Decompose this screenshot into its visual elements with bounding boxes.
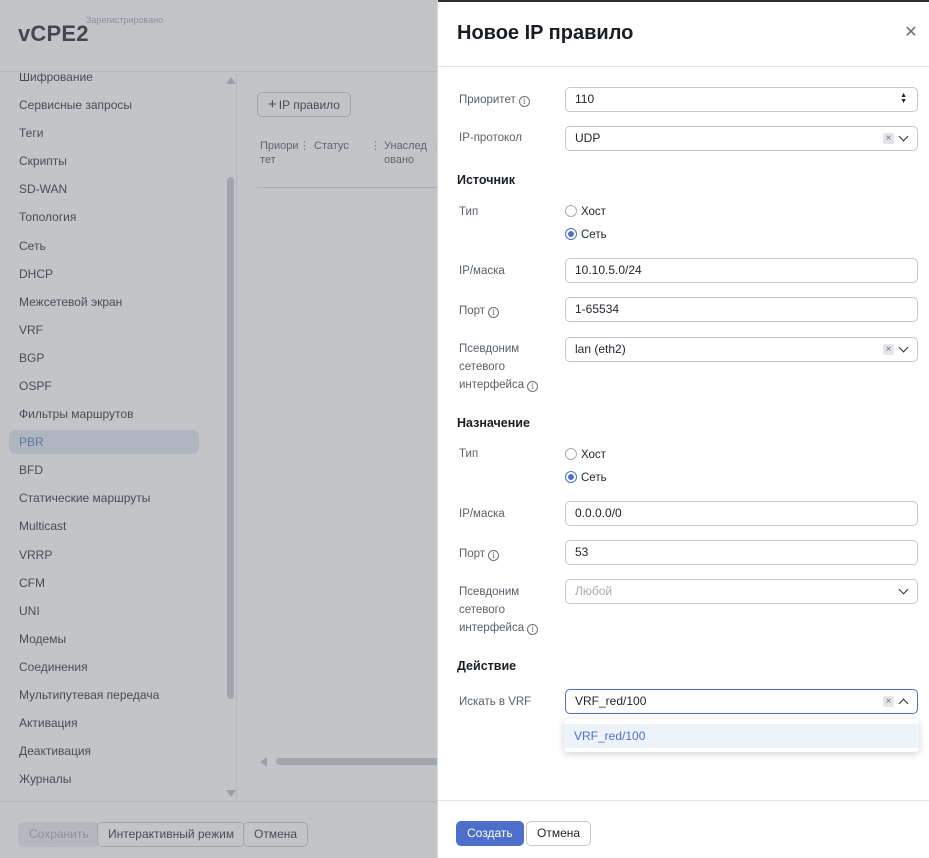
source-type-label: Тип [459, 206, 479, 218]
source-alias-label: Псевдоним сетевого интерфейса i [459, 340, 539, 394]
new-ip-rule-drawer: Новое IP правило ✕ Приоритет i 110 ▲ ▼ IP-… [437, 0, 929, 858]
radio-selected-icon [565, 471, 577, 483]
chevron-down-icon[interactable] [898, 131, 909, 142]
info-icon[interactable]: i [527, 624, 539, 635]
source-alias-select[interactable]: lan (eth2) × [565, 337, 918, 362]
drawer-title: Новое IP правило [457, 22, 634, 44]
drawer-header-divider [438, 66, 929, 67]
radio-selected-icon [565, 228, 577, 240]
chevron-down-icon[interactable] [898, 342, 909, 353]
source-type-network-radio[interactable]: Сеть [565, 228, 607, 244]
drawer-top-border [438, 0, 929, 2]
radio-icon [565, 205, 577, 217]
priority-label: Приоритет i [459, 91, 530, 109]
clear-icon[interactable]: × [883, 696, 894, 707]
clear-icon[interactable]: × [883, 133, 894, 144]
chevron-down-icon[interactable] [898, 584, 909, 595]
source-heading: Источник [457, 173, 515, 187]
info-icon[interactable]: i [518, 96, 530, 107]
info-icon[interactable]: i [488, 550, 500, 561]
destination-type-host-radio[interactable]: Хост [565, 448, 606, 464]
source-ipmask-label: IP/маска [459, 265, 505, 277]
ip-protocol-label: IP-протокол [459, 132, 523, 144]
destination-alias-select[interactable]: Любой [565, 579, 918, 604]
vrf-dropdown-menu: VRF_red/100 [564, 719, 919, 752]
chevron-up-icon[interactable] [898, 698, 909, 709]
destination-type-label: Тип [459, 448, 479, 460]
vrf-lookup-select[interactable]: VRF_red/100 × [565, 689, 918, 714]
source-port-label: Порт i [459, 302, 500, 320]
close-icon[interactable]: ✕ [902, 24, 920, 42]
destination-port-label: Порт i [459, 545, 500, 563]
info-icon[interactable]: i [527, 381, 539, 392]
radio-icon [565, 448, 577, 460]
ip-protocol-select[interactable]: UDP × [565, 126, 918, 151]
source-port-input[interactable]: 1-65534 [565, 297, 918, 322]
clear-icon[interactable]: × [883, 344, 894, 355]
drawer-cancel-button[interactable]: Отмена [526, 821, 592, 846]
source-type-host-radio[interactable]: Хост [565, 205, 606, 221]
stepper-arrows-icon[interactable]: ▲ ▼ [900, 92, 907, 105]
priority-stepper[interactable]: 110 ▲ ▼ [565, 87, 918, 112]
create-button[interactable]: Создать [456, 821, 524, 846]
vrf-lookup-label: Искать в VRF [459, 696, 532, 708]
destination-ipmask-label: IP/маска [459, 508, 505, 520]
drawer-footer-divider [438, 800, 929, 801]
vrf-dropdown-option[interactable]: VRF_red/100 [564, 724, 919, 748]
info-icon[interactable]: i [488, 307, 500, 318]
action-heading: Действие [457, 659, 517, 673]
destination-heading: Назначение [457, 416, 530, 430]
destination-port-input[interactable]: 53 [565, 540, 918, 565]
destination-type-network-radio[interactable]: Сеть [565, 471, 607, 487]
destination-alias-label: Псевдоним сетевого интерфейса i [459, 583, 539, 637]
destination-ipmask-input[interactable]: 0.0.0.0/0 [565, 501, 918, 526]
source-ipmask-input[interactable]: 10.10.5.0/24 [565, 258, 918, 283]
